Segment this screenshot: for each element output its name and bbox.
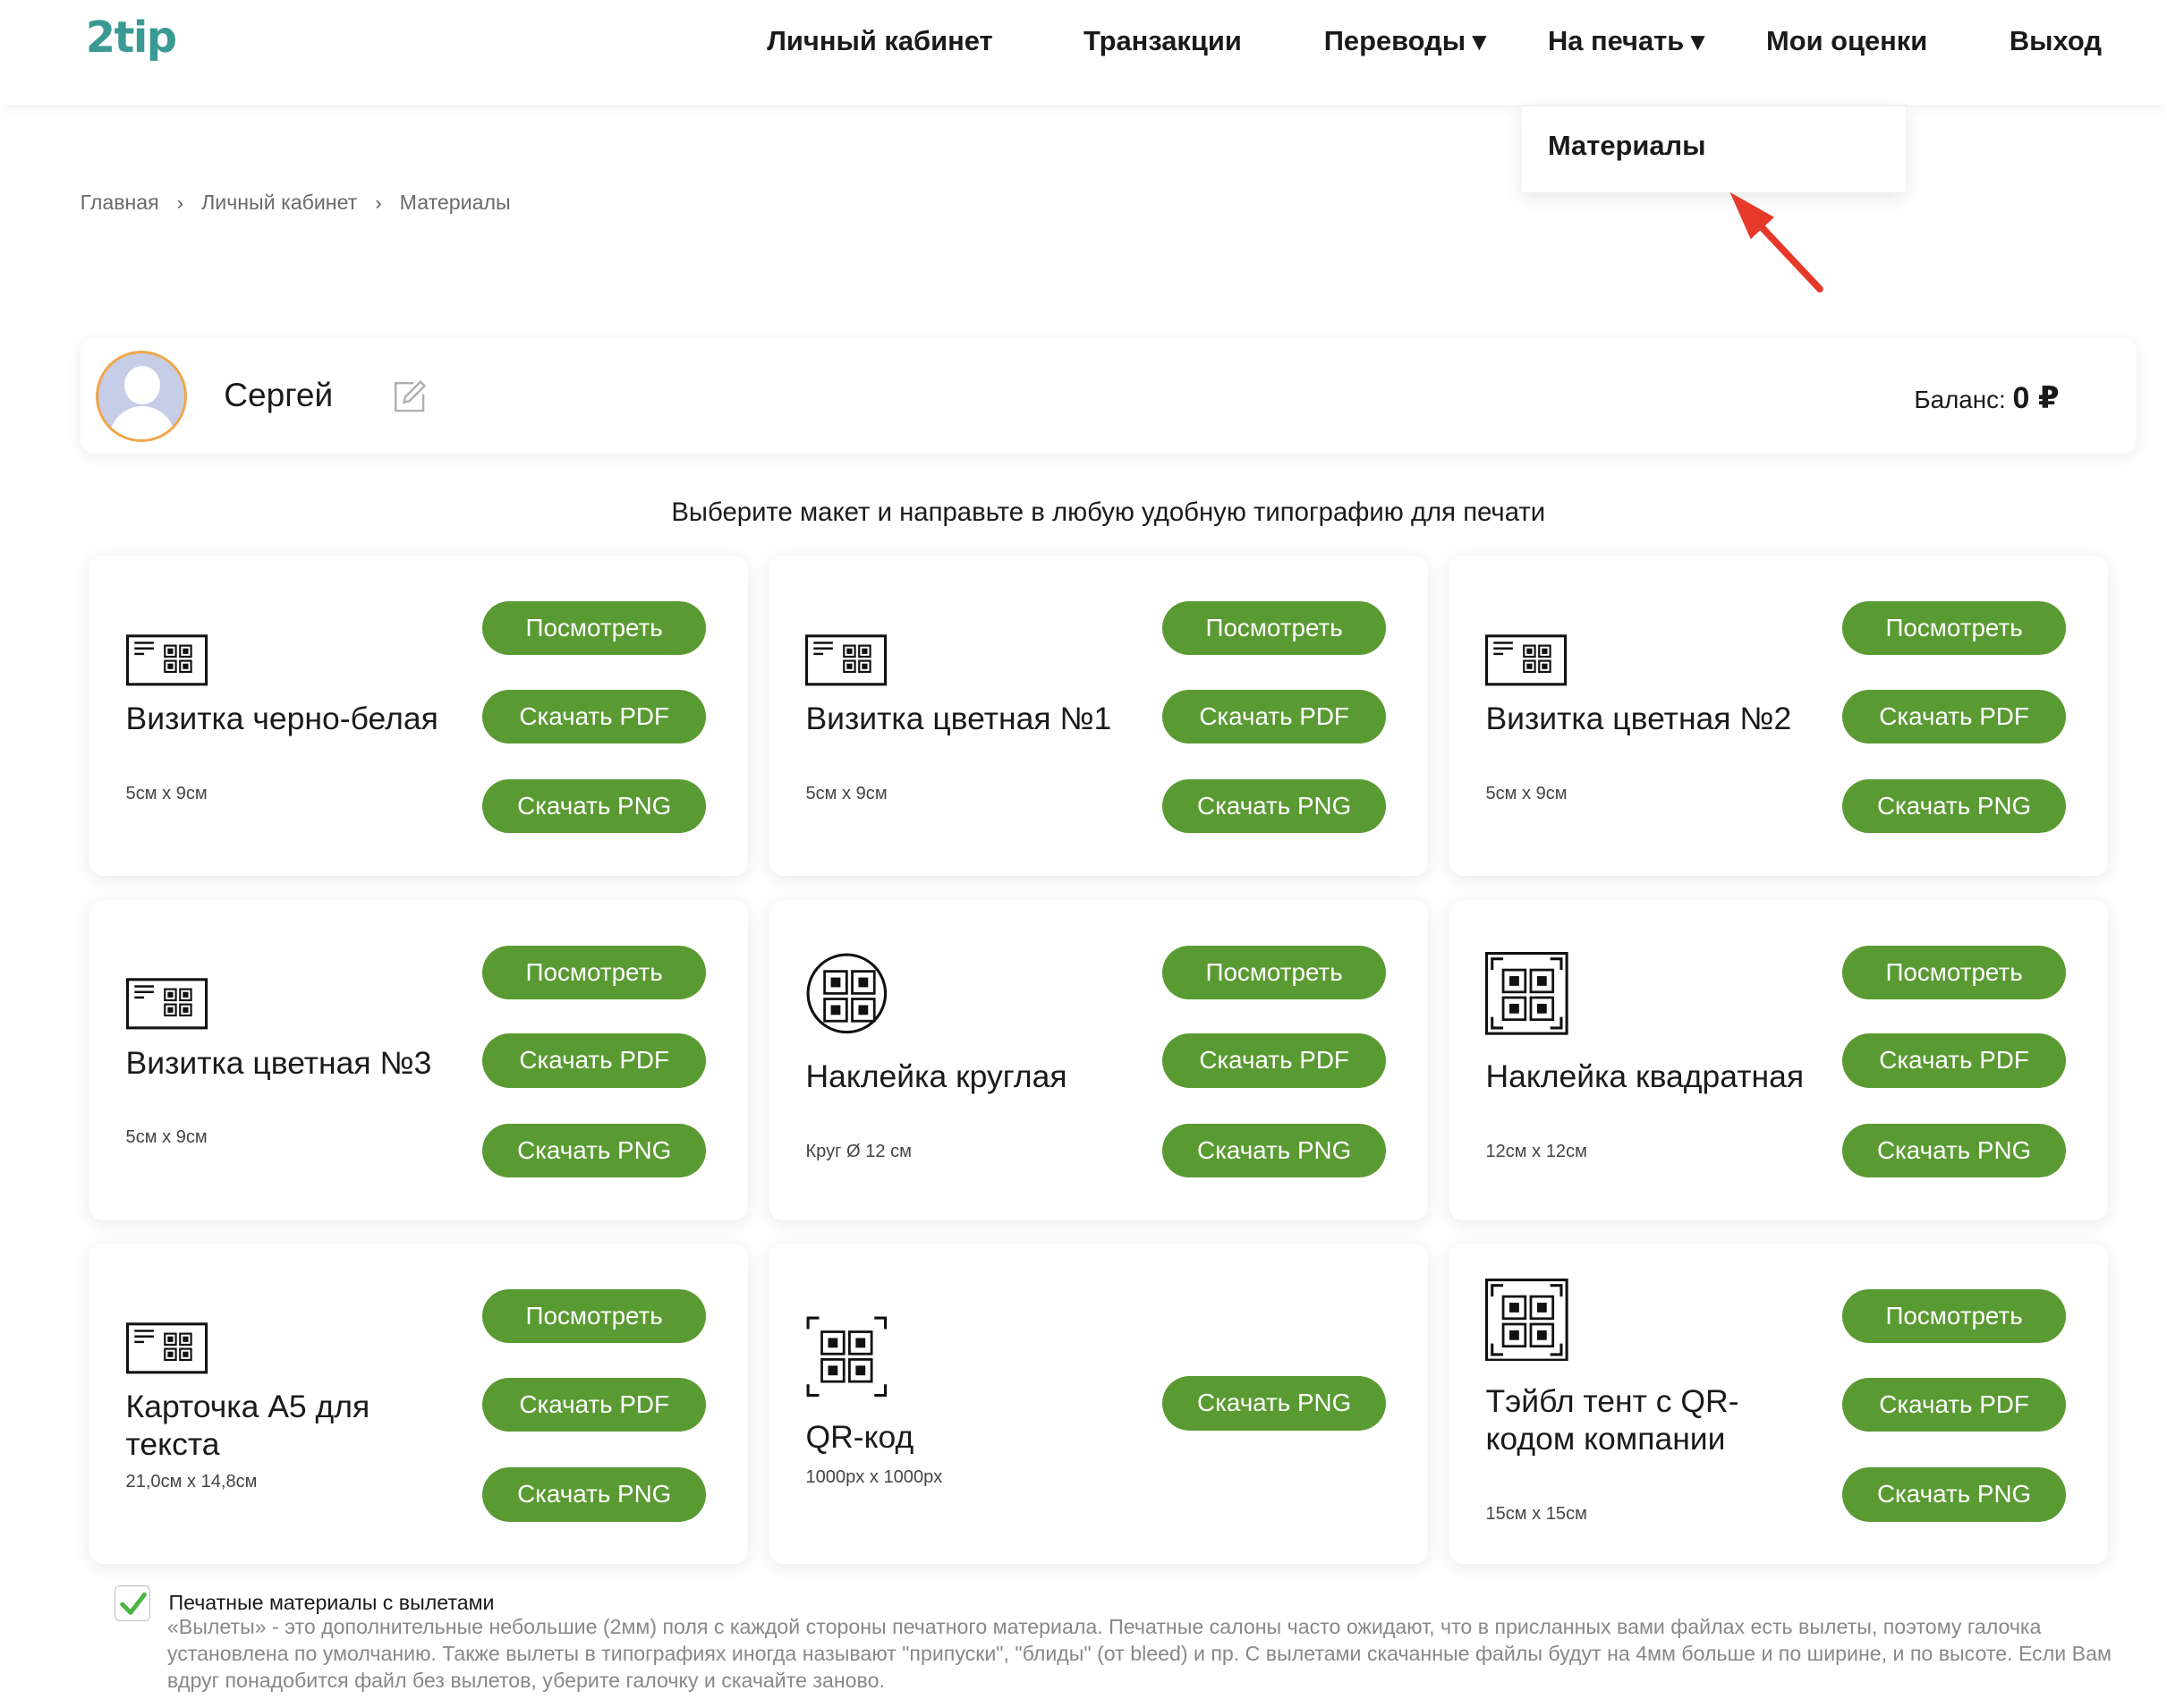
profile-card: Сергей Баланс: 0 ₽ xyxy=(80,338,2137,454)
material-card: Визитка черно-белая 5см х 9см Посмотреть Ск… xyxy=(89,555,748,877)
view-button[interactable]: Посмотреть xyxy=(1841,945,2067,999)
view-button[interactable]: Посмотреть xyxy=(1162,600,1387,656)
bleed-checkbox[interactable] xyxy=(115,1585,151,1621)
square-sticker-icon xyxy=(1485,952,1569,1035)
material-card: Визитка цветная №2 5см х 9см Посмотреть Ска… xyxy=(1449,555,2108,877)
card-size: 5см х 9см xyxy=(805,783,888,803)
chevron-right-icon: › xyxy=(176,191,183,215)
view-button[interactable]: Посмотреть xyxy=(1841,1289,2067,1344)
app-root: { "header": { "logo_text_a": "2", "logo_… xyxy=(0,0,2167,1708)
download-png-button[interactable]: Скачать PNG xyxy=(482,1123,707,1177)
card-title: Наклейка круглая xyxy=(805,1058,1067,1095)
nav-item-transfers[interactable]: Переводы▼ xyxy=(1324,25,1491,57)
view-button[interactable]: Посмотреть xyxy=(482,1289,707,1344)
business-card-icon xyxy=(1485,611,1568,694)
download-png-button[interactable]: Скачать PNG xyxy=(1841,1467,2067,1522)
download-png-button[interactable]: Скачать PNG xyxy=(1162,1123,1387,1177)
card-size: 5см х 9см xyxy=(125,1127,208,1148)
square-sticker-icon xyxy=(1485,1278,1569,1362)
card-size: Круг Ø 12 см xyxy=(805,1141,912,1161)
nav-item-print[interactable]: На печать▼ xyxy=(1548,25,1710,57)
view-button[interactable]: Посмотреть xyxy=(1841,600,2067,656)
bleed-description: «Вылеты» - это дополнительные небольшие … xyxy=(166,1614,2112,1692)
download-pdf-button[interactable]: Скачать PDF xyxy=(1841,1377,2067,1432)
download-png-button[interactable]: Скачать PNG xyxy=(482,1467,707,1522)
main-nav: Личный кабинет Транзакции Переводы▼ На п… xyxy=(0,25,2167,66)
chevron-right-icon: › xyxy=(375,191,382,215)
download-pdf-button[interactable]: Скачать PDF xyxy=(1841,1033,2067,1088)
chevron-down-icon: ▼ xyxy=(1466,27,1492,55)
card-title: Наклейка квадратная xyxy=(1485,1058,1805,1095)
view-button[interactable]: Посмотреть xyxy=(482,600,707,656)
breadcrumb-home[interactable]: Главная xyxy=(81,191,159,215)
nav-item-account[interactable]: Личный кабинет xyxy=(767,25,992,57)
card-title: Тэйбл тент с QR-кодом компании xyxy=(1485,1383,1739,1457)
edit-icon[interactable] xyxy=(390,378,429,416)
download-pdf-button[interactable]: Скачать PDF xyxy=(1162,1033,1387,1088)
breadcrumb-account[interactable]: Личный кабинет xyxy=(201,191,357,215)
material-card: Карточка А5 для текста 21,0см х 14,8см Пос… xyxy=(89,1244,748,1565)
card-size: 5см х 9см xyxy=(1485,783,1568,803)
round-sticker-icon xyxy=(805,952,888,1035)
business-card-icon xyxy=(805,611,888,694)
material-card: QR-код 1000px х 1000px Скачать PNG xyxy=(769,1244,1428,1565)
business-card-icon xyxy=(125,1299,209,1382)
download-pdf-button[interactable]: Скачать PDF xyxy=(1841,689,2067,744)
avatar xyxy=(95,351,187,443)
material-card: Наклейка квадратная 12см х 12см Посмотреть… xyxy=(1449,899,2108,1220)
card-title: Визитка цветная №3 xyxy=(125,1044,432,1081)
top-header: 2tip Личный кабинет Транзакции Переводы▼… xyxy=(0,0,2167,106)
card-size: 21,0см х 14,8см xyxy=(125,1471,258,1491)
card-title: Визитка цветная №1 xyxy=(805,701,1112,737)
business-card-icon xyxy=(125,955,209,1038)
card-title: Визитка черно-белая xyxy=(125,701,438,737)
card-title: Визитка цветная №2 xyxy=(1485,701,1792,737)
card-size: 15см х 15см xyxy=(1485,1503,1587,1524)
download-pdf-button[interactable]: Скачать PDF xyxy=(1162,689,1387,744)
material-card: Визитка цветная №3 5см х 9см Посмотреть Ска… xyxy=(89,899,748,1220)
material-card: Наклейка круглая Круг Ø 12 см Посмотреть Ск… xyxy=(769,899,1428,1220)
nav-item-ratings[interactable]: Мои оценки xyxy=(1766,25,1927,57)
download-png-button[interactable]: Скачать PNG xyxy=(1841,779,2067,834)
chevron-down-icon: ▼ xyxy=(1685,27,1711,55)
balance: Баланс: 0 ₽ xyxy=(1914,380,2060,415)
annotation-arrow-icon xyxy=(1729,191,1824,293)
download-pdf-button[interactable]: Скачать PDF xyxy=(482,689,707,744)
download-png-button[interactable]: Скачать PNG xyxy=(1162,779,1387,834)
balance-value: 0 ₽ xyxy=(2012,380,2060,415)
card-size: 12см х 12см xyxy=(1485,1141,1587,1161)
check-icon xyxy=(120,1592,148,1615)
nav-item-transactions[interactable]: Транзакции xyxy=(1084,25,1242,57)
view-button[interactable]: Посмотреть xyxy=(1162,945,1387,999)
card-title: QR-код xyxy=(805,1419,914,1456)
breadcrumb-current: Материалы xyxy=(399,191,511,215)
nav-item-logout[interactable]: Выход xyxy=(2010,25,2102,57)
card-title: Карточка А5 для текста xyxy=(125,1389,370,1462)
bleed-label: Печатные материалы с вылетами xyxy=(168,1590,495,1614)
material-card: Тэйбл тент с QR-кодом компании 15см х 15с… xyxy=(1449,1244,2108,1565)
breadcrumb: Главная › Личный кабинет › Материалы xyxy=(81,191,511,215)
download-pdf-button[interactable]: Скачать PDF xyxy=(482,1377,707,1432)
card-size: 5см х 9см xyxy=(125,783,208,803)
dropdown-item-materials[interactable]: Материалы xyxy=(1548,130,1706,162)
view-button[interactable]: Посмотреть xyxy=(482,945,707,999)
download-png-button[interactable]: Скачать PNG xyxy=(482,779,707,834)
business-card-icon xyxy=(125,611,209,694)
intro-text: Выберите макет и направьте в любую удобн… xyxy=(671,497,1546,528)
download-png-button[interactable]: Скачать PNG xyxy=(1841,1123,2067,1177)
card-size: 1000px х 1000px xyxy=(805,1467,943,1488)
download-pdf-button[interactable]: Скачать PDF xyxy=(482,1033,707,1088)
profile-name: Сергей xyxy=(224,376,334,414)
qr-code-icon xyxy=(805,1315,888,1398)
material-card: Визитка цветная №1 5см х 9см Посмотреть Ска… xyxy=(769,555,1428,877)
download-png-button[interactable]: Скачать PNG xyxy=(1162,1376,1387,1431)
